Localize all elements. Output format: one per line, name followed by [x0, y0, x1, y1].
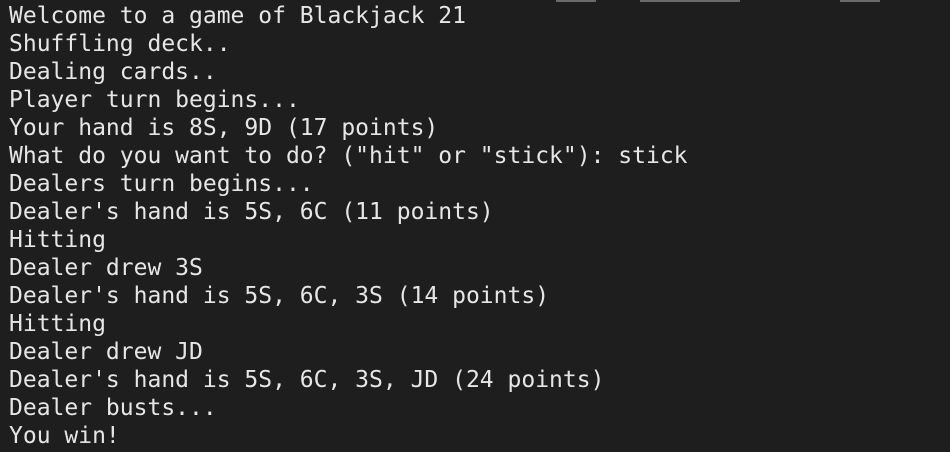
terminal-line-hitting-1: Hitting	[9, 227, 106, 253]
terminal-line-dealer-draw-1: Dealer drew 3S	[9, 255, 203, 281]
terminal-line-dealer-turn: Dealers turn begins...	[9, 171, 314, 197]
terminal-line-welcome: Welcome to a game of Blackjack 21	[9, 3, 466, 29]
terminal-line-hitting-2: Hitting	[9, 311, 106, 337]
scrolled-line-remnant	[640, 0, 740, 2]
terminal-output[interactable]: Welcome to a game of Blackjack 21 Shuffl…	[0, 0, 950, 452]
terminal-line-dealer-draw-2: Dealer drew JD	[9, 339, 203, 365]
terminal-line-dealing: Dealing cards..	[9, 59, 217, 85]
terminal-line-dealer-busts: Dealer busts...	[9, 395, 217, 421]
terminal-line-prompt: What do you want to do? ("hit" or "stick…	[9, 143, 688, 169]
terminal-line-shuffling: Shuffling deck..	[9, 31, 231, 57]
scrolled-line-remnant	[840, 0, 880, 2]
terminal-line-dealer-hand-1: Dealer's hand is 5S, 6C (11 points)	[9, 199, 494, 225]
terminal-line-dealer-hand-2: Dealer's hand is 5S, 6C, 3S (14 points)	[9, 283, 550, 309]
terminal-line-result: You win!	[9, 423, 120, 449]
terminal-line-dealer-hand-3: Dealer's hand is 5S, 6C, 3S, JD (24 poin…	[9, 367, 605, 393]
terminal-line-player-hand: Your hand is 8S, 9D (17 points)	[9, 115, 439, 141]
scrolled-line-remnant	[556, 0, 596, 2]
terminal-line-player-turn: Player turn begins...	[9, 87, 300, 113]
